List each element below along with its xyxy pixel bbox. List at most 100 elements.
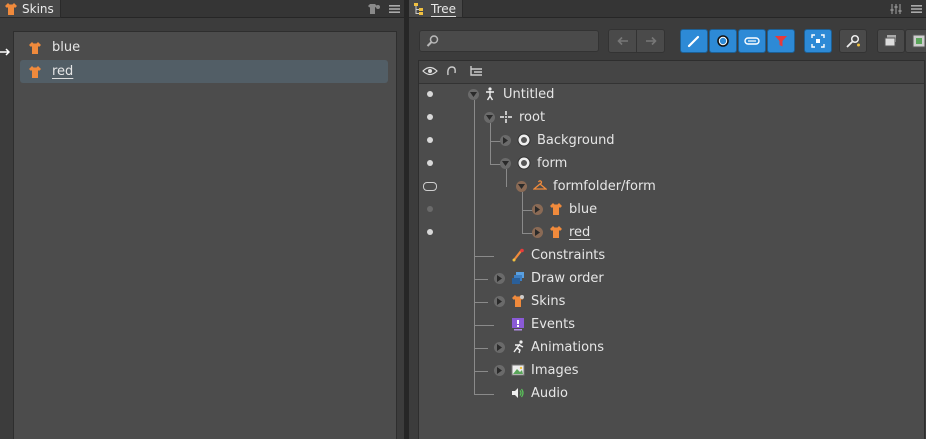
expand-toggle[interactable]: [532, 226, 543, 238]
expand-toggle[interactable]: [494, 364, 505, 376]
search-icon: [426, 35, 439, 47]
constraint-icon: [512, 248, 524, 262]
search-input[interactable]: [419, 30, 599, 52]
skins-tab-label: Skins: [22, 1, 54, 16]
expand-toggle[interactable]: [516, 180, 527, 192]
expand-toggle[interactable]: [532, 203, 543, 215]
filter-slots-button[interactable]: [709, 29, 737, 53]
tree-node-background[interactable]: Background: [500, 130, 615, 150]
filter-button[interactable]: [767, 29, 795, 53]
tree-node-form[interactable]: form: [500, 153, 567, 173]
expand-toggle[interactable]: [494, 295, 505, 307]
skin-settings-icon[interactable]: [367, 3, 381, 15]
slot-icon: [717, 35, 729, 47]
resize-cursor-icon: [0, 46, 11, 56]
tree-node-formfolder[interactable]: formfolder/form: [516, 176, 656, 196]
sliders-icon[interactable]: [889, 3, 903, 15]
tree-node-constraints[interactable]: Constraints: [500, 245, 605, 265]
skin-item-red[interactable]: red: [20, 60, 388, 83]
tree-column-header: [419, 61, 924, 84]
tree-node-draw-order[interactable]: Draw order: [494, 268, 604, 288]
tree-line: [490, 123, 491, 164]
tree-view: Untitled root Background form formfolder…: [418, 60, 925, 439]
node-label: Audio: [531, 385, 568, 401]
speaker-icon: [512, 388, 524, 398]
visibility-dot[interactable]: [427, 160, 433, 166]
tree-line: [474, 371, 488, 372]
skins-panel: Skins blue red: [0, 0, 404, 439]
expand-toggle[interactable]: [484, 111, 495, 123]
expand-toggle[interactable]: [500, 134, 511, 146]
visibility-dot[interactable]: [427, 137, 433, 143]
tab-skins[interactable]: Skins: [0, 0, 61, 18]
node-label: Constraints: [531, 247, 606, 263]
node-label: blue: [569, 201, 598, 217]
shirt-icon: [550, 203, 562, 215]
collapse-all-button[interactable]: [877, 29, 905, 53]
tree-node-animations[interactable]: Animations: [494, 337, 604, 357]
tree-node-audio[interactable]: Audio: [500, 383, 568, 403]
node-label: form: [537, 155, 568, 171]
key-column-icon[interactable]: [446, 65, 458, 77]
visibility-dot[interactable]: [427, 206, 433, 212]
node-label: Background: [537, 132, 615, 148]
tree-toolbar: [417, 28, 926, 54]
event-icon: [512, 318, 524, 331]
skin-label: red: [52, 64, 74, 79]
node-label: formfolder/form: [553, 178, 656, 194]
node-label: root: [519, 109, 546, 125]
attachment-icon: [744, 37, 760, 45]
tree-node-events[interactable]: Events: [500, 314, 575, 334]
magnify-key-icon: [846, 34, 860, 48]
skins-list: blue red: [13, 31, 397, 439]
tree-node-root[interactable]: root: [484, 107, 545, 127]
draw-order-icon: [512, 272, 524, 284]
tree-line: [474, 302, 488, 303]
tree-line: [474, 256, 494, 257]
tab-tree[interactable]: Tree: [409, 0, 464, 18]
forward-button[interactable]: [636, 29, 665, 53]
filter-bones-button[interactable]: [680, 29, 708, 53]
node-label: Skins: [531, 293, 566, 309]
arrow-right-icon: [645, 36, 657, 46]
shirt-icon: [5, 2, 17, 15]
running-person-icon: [513, 340, 524, 354]
tree-node-skins[interactable]: Skins: [494, 291, 565, 311]
tree-line: [474, 394, 494, 395]
menu-icon[interactable]: [911, 4, 922, 14]
skins-icon: [512, 295, 524, 307]
node-label: Animations: [531, 339, 605, 355]
slot-icon: [517, 156, 531, 170]
shirt-icon: [29, 41, 41, 54]
filter-attachments-button[interactable]: [738, 29, 766, 53]
back-button[interactable]: [608, 29, 637, 53]
hierarchy-icon[interactable]: [469, 65, 483, 77]
focus-selection-button[interactable]: [804, 29, 832, 53]
menu-icon[interactable]: [389, 4, 400, 14]
shirt-icon: [29, 65, 41, 78]
tree-line: [474, 100, 475, 394]
visibility-dot[interactable]: [427, 114, 433, 120]
tree-tab-strip: [409, 0, 926, 18]
expand-toggle[interactable]: [500, 157, 511, 169]
tree-node-images[interactable]: Images: [494, 360, 579, 380]
visibility-eye-icon[interactable]: [422, 65, 438, 77]
visibility-dot[interactable]: [427, 91, 433, 97]
expand-toggle[interactable]: [468, 88, 479, 100]
tree-node-skin-blue[interactable]: blue: [532, 199, 597, 219]
tree-line: [522, 192, 523, 233]
tree-line: [474, 348, 488, 349]
skin-item-blue[interactable]: blue: [20, 36, 388, 59]
collapse-icon: [884, 35, 896, 47]
tree-header-icons: [889, 0, 922, 17]
expand-all-button[interactable]: [905, 29, 926, 53]
visibility-dot[interactable]: [427, 229, 433, 235]
node-label: Draw order: [531, 270, 604, 286]
tree-node-skin-red[interactable]: red: [532, 222, 590, 242]
attachment-marker-icon[interactable]: [423, 182, 437, 191]
expand-toggle[interactable]: [494, 341, 505, 353]
tree-node-untitled[interactable]: Untitled: [468, 84, 554, 104]
node-label: Untitled: [503, 86, 555, 102]
expand-toggle[interactable]: [494, 272, 505, 284]
find-button[interactable]: [839, 29, 867, 53]
